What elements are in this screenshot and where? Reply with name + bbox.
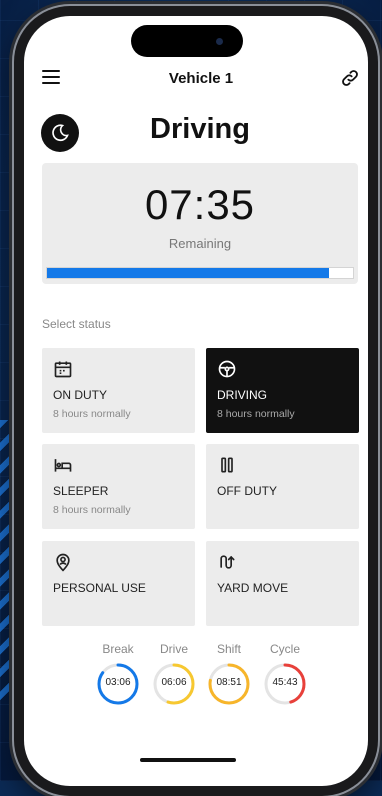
progress-fill (47, 268, 329, 278)
status-card-hint: 8 hours normally (217, 408, 295, 420)
status-card-yard-move[interactable]: YARD MOVE (206, 541, 359, 626)
status-card-sleeper[interactable]: SLEEPER 8 hours normally (42, 444, 195, 529)
gauge-value: 06:06 (161, 677, 187, 688)
status-card-name: SLEEPER (53, 484, 109, 498)
gauge-label: Break (102, 642, 134, 656)
theme-toggle-button[interactable] (41, 114, 79, 152)
gauge-label: Cycle (269, 642, 300, 656)
gauge-label: Drive (159, 642, 188, 656)
link-icon[interactable] (340, 68, 360, 88)
dynamic-island (131, 25, 243, 57)
gauge-shift: Shift 08:51 (205, 642, 253, 706)
vehicle-title: Vehicle 1 (168, 70, 234, 87)
home-indicator (140, 758, 236, 762)
gauge-value: 03:06 (105, 677, 131, 688)
status-card-on-duty[interactable]: ON DUTY 8 hours normally (42, 348, 195, 433)
status-card-name: OFF DUTY (217, 484, 277, 498)
bed-icon (53, 455, 73, 475)
location-person-icon (53, 552, 73, 572)
progress-bar (46, 267, 354, 279)
status-card-personal-use[interactable]: PERSONAL USE (42, 541, 195, 626)
gauge-label: Shift (216, 642, 241, 656)
status-card-name: ON DUTY (53, 388, 107, 402)
status-card-hint: 8 hours normally (53, 504, 131, 516)
gauge-value: 08:51 (216, 677, 242, 688)
camera-dot (216, 38, 223, 45)
select-status-label: Select status (42, 317, 111, 331)
gauge-value: 45:43 (272, 677, 298, 688)
timer-subtitle: Remaining (168, 236, 232, 251)
steering-wheel-icon (217, 359, 237, 379)
page-title: Driving (150, 113, 250, 145)
route-icon (217, 552, 237, 572)
status-card-driving[interactable]: DRIVING 8 hours normally (206, 348, 359, 433)
timer-value: 07:35 (144, 181, 256, 228)
calendar-icon (53, 359, 73, 379)
gauge-ring: 45:43 (263, 662, 307, 706)
timer-card: 07:35 Remaining (42, 163, 358, 284)
gauge-cycle: Cycle 45:43 (261, 642, 309, 706)
gauge-break: Break 03:06 (94, 642, 142, 706)
status-card-name: PERSONAL USE (53, 581, 146, 595)
pause-icon (217, 455, 237, 475)
status-card-name: DRIVING (217, 388, 268, 402)
status-card-hint: 8 hours normally (53, 408, 131, 420)
top-bar: Vehicle 1 (38, 64, 364, 94)
gauge-ring: 08:51 (207, 662, 251, 706)
moon-icon (52, 124, 69, 142)
gauge-ring: 06:06 (152, 662, 196, 706)
status-card-name: YARD MOVE (217, 581, 289, 595)
status-card-off-duty[interactable]: OFF DUTY (206, 444, 359, 529)
gauge-drive: Drive 06:06 (150, 642, 198, 706)
gauge-ring: 03:06 (96, 662, 140, 706)
